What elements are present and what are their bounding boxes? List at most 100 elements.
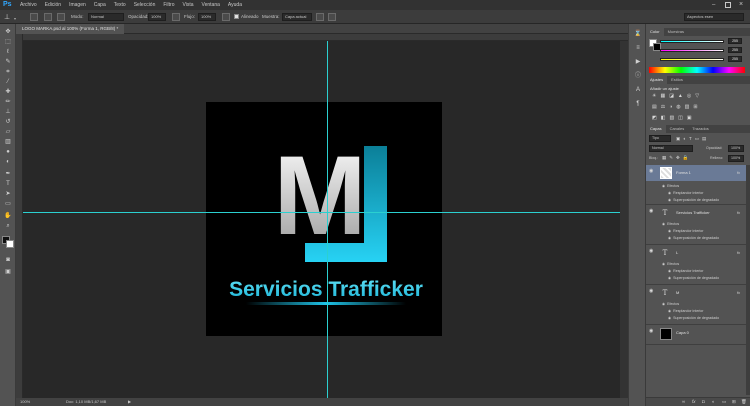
menu-capa[interactable]: Capa [90,0,110,10]
menu-imagen[interactable]: Imagen [65,0,90,10]
horizontal-ruler[interactable] [23,34,628,41]
info-panel-icon[interactable]: ⓘ [633,72,643,81]
healing-tool-icon[interactable]: ✚ [3,88,13,96]
background-color-swatch[interactable] [6,240,14,248]
quick-mask-icon[interactable]: ◙ [3,256,13,264]
minimize-icon[interactable]: – [712,2,715,8]
move-tool-icon[interactable]: ✥ [3,28,13,36]
eye-icon[interactable]: ◉ [668,198,671,202]
eye-icon[interactable]: ◉ [662,302,665,306]
effects-header[interactable]: ◉ Efectos [662,302,679,306]
color-spectrum-bar[interactable] [649,67,745,73]
adjustment-icons-row2[interactable]: ▤⚖◑◍▥⊞ [652,104,702,110]
visibility-eye-icon[interactable]: ◉ [649,168,653,174]
eye-icon[interactable]: ◉ [662,222,665,226]
zoom-tool-icon[interactable]: ⌕ [3,222,13,230]
brush-preset-icon[interactable] [30,13,38,21]
close-icon[interactable]: × [739,1,743,8]
paragraph-panel-icon[interactable]: ¶ [633,100,643,109]
eraser-tool-icon[interactable]: ▱ [3,128,13,136]
trash-icon[interactable]: 🗑 [741,399,747,405]
layer-capa-0[interactable]: ◉ Capa 0 [646,325,746,345]
airbrush-icon[interactable] [222,13,230,21]
clone-stamp-tool-icon[interactable]: ⊥ [3,108,13,116]
hand-tool-icon[interactable]: ✋ [3,212,13,220]
lock-icons[interactable]: ▦✎✥🔒 [662,155,691,161]
visibility-eye-icon[interactable]: ◉ [649,208,653,214]
eye-icon[interactable]: ◉ [668,191,671,195]
fx-icon[interactable]: fx [737,290,740,295]
add-style-icon[interactable]: fx [692,399,696,404]
maximize-icon[interactable] [725,2,731,8]
aligned-checkbox[interactable] [234,14,239,19]
status-arrow-icon[interactable]: ▶ [128,398,131,406]
layer-servicios-trafficker[interactable]: ◉ T Servicios Trafficker fx ◉ Efectos ◉ Re… [646,205,746,245]
mode-select[interactable]: Normal [88,13,124,21]
lasso-tool-icon[interactable]: ℓ [3,48,13,56]
layer-filter-select[interactable]: Tipo [649,135,671,142]
dodge-tool-icon[interactable]: ◐ [3,158,13,166]
fx-icon[interactable]: fx [737,250,740,255]
layer-forma-1[interactable]: ◉ Forma 1 fx ◉ Efectos ◉ Resplandor interi… [646,165,746,205]
blend-mode-select[interactable]: Normal [649,145,693,152]
pressure-size-icon[interactable] [328,13,336,21]
vertical-ruler[interactable] [16,34,23,398]
effect-item[interactable]: ◉ Resplandor interior [668,191,704,195]
menu-ventana[interactable]: Ventana [198,0,224,10]
chevron-down-icon[interactable]: ▾ [14,16,16,21]
shape-tool-icon[interactable]: ▭ [3,200,13,208]
blue-slider[interactable] [660,58,724,61]
effect-item[interactable]: ◉ Resplandor interior [668,229,704,233]
menu-filtro[interactable]: Filtro [159,0,178,10]
eye-icon[interactable]: ◉ [668,229,671,233]
new-adjustment-icon[interactable]: ◐ [712,399,715,404]
quick-select-tool-icon[interactable]: ✎ [3,58,13,66]
new-group-icon[interactable]: ▭ [722,399,726,405]
effects-header[interactable]: ◉ Efectos [662,262,679,266]
tab-ajustes[interactable]: Ajustes [646,76,668,84]
properties-panel-icon[interactable]: ≡ [633,44,643,53]
canvas-scrollbar[interactable] [620,41,628,398]
effects-header[interactable]: ◉ Efectos [662,222,679,226]
effect-item[interactable]: ◉ Superposición de degradado [668,236,719,240]
green-value[interactable]: 255 [728,47,742,53]
actions-panel-icon[interactable]: ▶ [633,58,643,67]
path-select-tool-icon[interactable]: ➤ [3,190,13,198]
pressure-opacity-icon[interactable] [172,13,180,21]
sample-select[interactable]: Capa actual [282,13,312,21]
flow-input[interactable]: 100% [198,13,216,21]
layer-name[interactable]: L [676,250,678,255]
menu-vista[interactable]: Vista [179,0,198,10]
history-panel-icon[interactable]: ⌛ [633,30,643,39]
eye-icon[interactable]: ◉ [662,184,665,188]
menu-seleccion[interactable]: Selección [130,0,160,10]
new-layer-icon[interactable]: ⊞ [732,399,736,405]
document-canvas[interactable]: M Servicios Trafficker [206,102,442,336]
crop-tool-icon[interactable]: ⌗ [3,68,13,76]
document-tab[interactable]: LOGO MARKA.psd al 100% (Forma 1, RGB/8) … [16,24,125,34]
tab-color[interactable]: Color [646,28,664,36]
tab-canales[interactable]: Canales [666,125,689,133]
effect-item[interactable]: ◉ Resplandor interior [668,309,704,313]
effect-item[interactable]: ◉ Superposición de degradado [668,316,719,320]
pen-tool-icon[interactable]: ✒ [3,170,13,178]
type-tool-icon[interactable]: T [3,180,13,188]
effect-item[interactable]: ◉ Superposición de degradado [668,276,719,280]
fx-icon[interactable]: fx [737,210,740,215]
add-mask-icon[interactable]: ◘ [702,399,705,404]
eyedropper-tool-icon[interactable]: ⁄ [3,78,13,86]
blue-value[interactable]: 255 [728,56,742,62]
eye-icon[interactable]: ◉ [668,236,671,240]
screen-mode-icon[interactable]: ▣ [3,268,13,276]
layer-l[interactable]: ◉ T L fx ◉ Efectos ◉ Resplandor interior ◉… [646,245,746,285]
eye-icon[interactable]: ◉ [662,262,665,266]
adjustment-icons-row1[interactable]: ☀▦◪▲◎▽ [652,93,703,99]
menu-texto[interactable]: Texto [110,0,130,10]
layer-filter-icons[interactable]: ▣◐T▭▤ [676,136,709,142]
menu-edicion[interactable]: Edición [41,0,65,10]
visibility-eye-icon[interactable]: ◉ [649,248,653,254]
fx-icon[interactable]: fx [737,170,740,175]
layer-name[interactable]: Forma 1 [676,170,691,175]
brush-tool-icon[interactable]: ✏ [3,98,13,106]
vertical-guide[interactable] [327,41,328,398]
